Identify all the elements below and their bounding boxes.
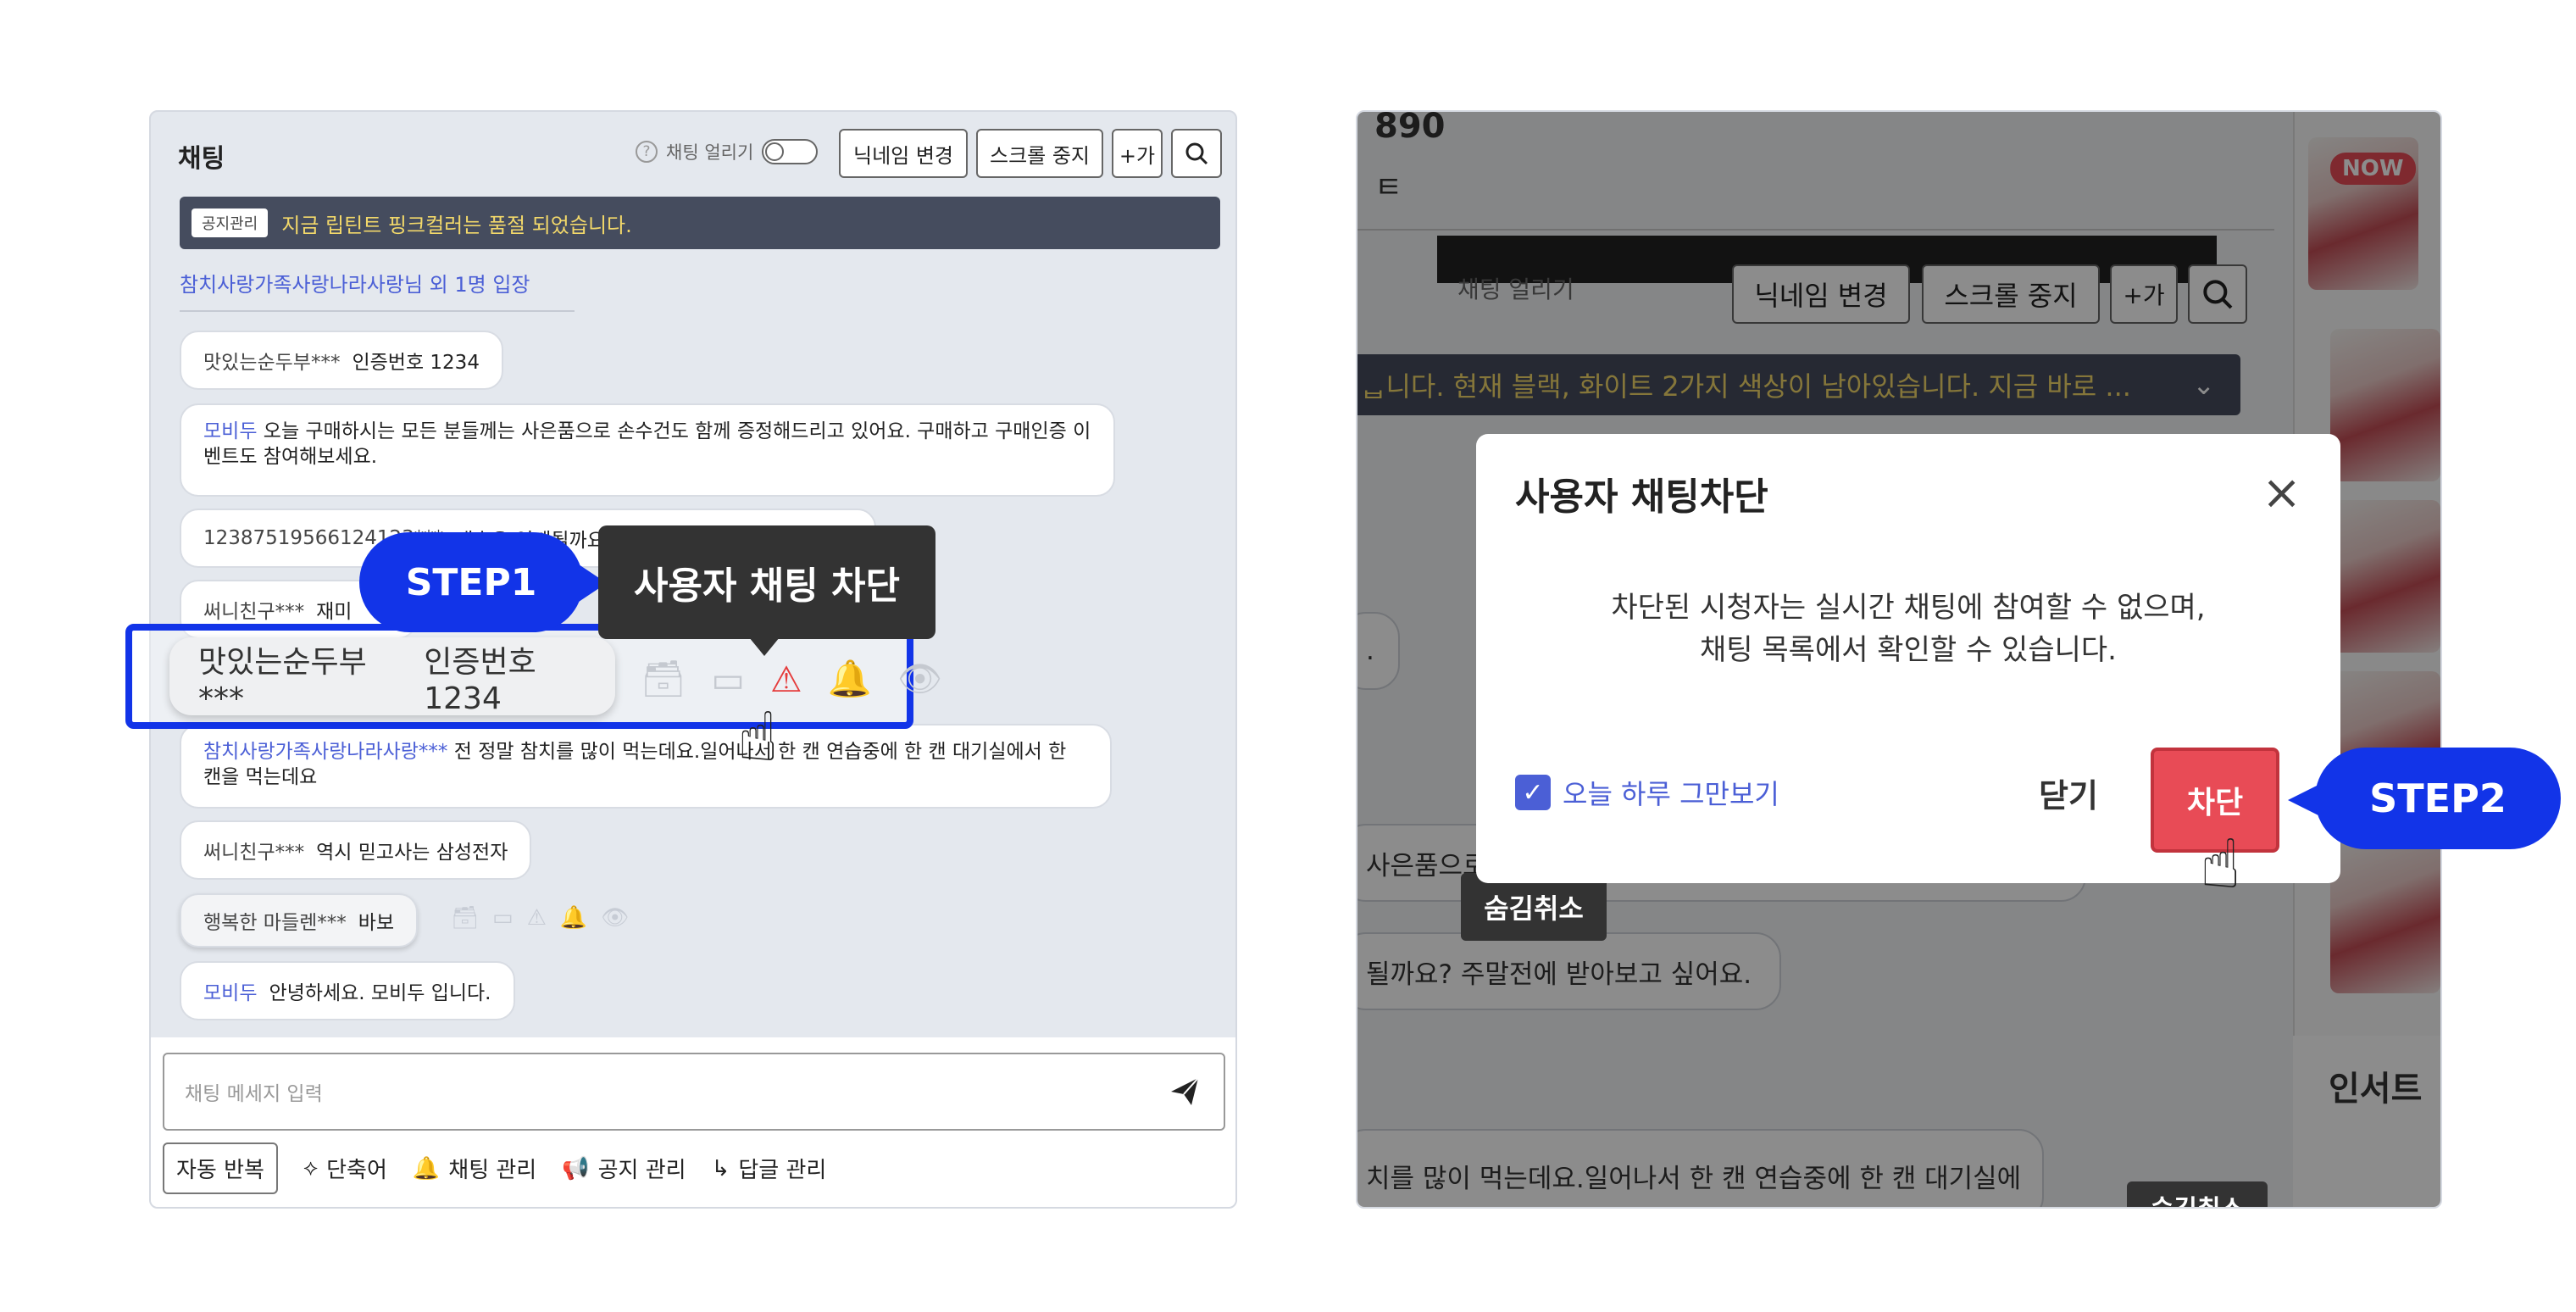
chat-message[interactable]: 써니친구*** 역시 믿고사는 삼성전자 — [180, 820, 532, 880]
bell-icon[interactable]: 🔔 — [828, 658, 872, 700]
dont-show-today-label: 오늘 하루 그만보기 — [1563, 778, 1779, 810]
message-nickname: 써니친구*** — [203, 601, 305, 623]
chat-title: 채팅 — [178, 144, 225, 174]
megaphone-icon: 📢 — [562, 1155, 590, 1181]
search-button[interactable] — [1171, 129, 1222, 178]
checkmark-icon: ✓ — [1515, 775, 1551, 810]
message-nickname: 써니친구*** — [203, 842, 305, 864]
pointer-hand-icon: ☝ — [737, 698, 779, 776]
notice-text: 지금 립틴트 핑크컬러는 품절 되었습니다. — [281, 213, 632, 237]
stop-scroll-button[interactable]: 스크롤 중지 — [976, 129, 1103, 178]
search-icon — [1185, 142, 1208, 165]
warning-icon[interactable]: ⚠ — [527, 905, 547, 931]
notice-bar: 공지관리 지금 립틴트 핑크컬러는 품절 되었습니다. — [180, 197, 1220, 249]
message-text: 인증번호 1234 — [352, 352, 480, 374]
archive-icon[interactable]: 🗃 — [451, 905, 479, 931]
shortcut-button[interactable]: ⟡ 단축어 — [303, 1153, 387, 1184]
send-icon[interactable] — [1168, 1075, 1202, 1109]
modal-body-line: 채팅 목록에서 확인할 수 있습니다. — [1700, 633, 2117, 667]
divider — [180, 310, 575, 312]
close-icon[interactable]: × — [2262, 470, 2301, 517]
reply-manage-label: 답글 관리 — [738, 1158, 827, 1183]
font-size-button[interactable]: +가 — [1112, 129, 1163, 178]
message-text: 바보 — [358, 912, 395, 934]
chat-message-input[interactable]: 채팅 메세지 입력 — [163, 1053, 1225, 1131]
message-nickname: 참치사랑가족사랑나라사랑*** — [203, 741, 448, 763]
block-user-tooltip: 사용자 채팅 차단 — [598, 525, 935, 639]
dont-show-today-checkbox[interactable]: ✓ 오늘 하루 그만보기 — [1515, 773, 1779, 812]
highlighted-message-actions: 🗃 ▭ ⚠ 🔔 👁 — [641, 658, 942, 700]
chat-message[interactable]: 참치사랑가족사랑나라사랑*** 전 정말 참치를 많이 먹는데요.일어나서 한 … — [180, 724, 1112, 809]
shortcut-label: 단축어 — [326, 1158, 387, 1183]
reply-arrow-icon: ↳ — [711, 1155, 730, 1181]
message-text: 안녕하세요. 모비두 입니다. — [269, 982, 491, 1004]
notice-manage-tag[interactable]: 공지관리 — [192, 208, 269, 237]
message-actions: 🗃 ▭ ⚠ 🔔 👁 — [451, 905, 629, 931]
chat-input-area: 채팅 메세지 입력 자동 반복 ⟡ 단축어 🔔 채팅 관리 📢 공지 관리 ↳ 답글 관… — [151, 1037, 1235, 1207]
block-user-modal: 사용자 채팅차단 × 차단된 시청자는 실시간 채팅에 참여할 수 없으며, 채… — [1476, 434, 2340, 883]
step1-badge: STEP1 — [359, 532, 583, 632]
eye-icon[interactable]: 👁 — [601, 905, 629, 931]
modal-title: 사용자 채팅차단 — [1515, 475, 1768, 519]
message-nickname: 행복한 마들렌*** — [203, 912, 347, 934]
message-text: 오늘 구매하시는 모든 분들께는 사은품으로 손수건도 함께 증정해드리고 있어… — [203, 420, 1091, 468]
step2-badge: STEP2 — [2315, 748, 2561, 849]
message-text: 역시 믿고사는 삼성전자 — [316, 842, 508, 864]
modal-body-line: 차단된 시청자는 실시간 채팅에 참여할 수 없으며, — [1611, 591, 2206, 625]
reply-icon[interactable]: ▭ — [711, 659, 745, 700]
chat-message[interactable]: 맛있는순두부*** 인증번호 1234 — [180, 331, 503, 390]
change-nickname-button[interactable]: 닉네임 변경 — [839, 129, 968, 178]
enter-notice: 참치사랑가족사랑나라사랑님 외 1명 입장 — [180, 273, 530, 297]
tooltip-arrow — [749, 637, 780, 656]
chat-manage-label: 채팅 관리 — [448, 1158, 537, 1183]
message-nickname: 모비두 — [203, 982, 258, 1004]
auto-repeat-button[interactable]: 자동 반복 — [163, 1142, 278, 1194]
eye-off-icon[interactable]: 👁 — [897, 658, 942, 700]
hide-cancel-tooltip: 숨김취소 — [2127, 1181, 2268, 1207]
chat-message[interactable]: 모비두 오늘 구매하시는 모든 분들께는 사은품으로 손수건도 함께 증정해드리… — [180, 403, 1115, 497]
warning-icon[interactable]: ⚠ — [770, 659, 802, 700]
bell-icon[interactable]: 🔔 — [560, 905, 587, 931]
modal-body: 차단된 시청자는 실시간 채팅에 참여할 수 없으며, 채팅 목록에서 확인할 … — [1476, 587, 2340, 671]
message-text: 인증번호 1234 — [424, 644, 536, 716]
hide-cancel-tooltip: 숨김취소 — [1461, 873, 1607, 941]
chat-freeze-label: 채팅 얼리기 — [666, 142, 754, 163]
archive-icon[interactable]: 🗃 — [641, 658, 686, 700]
message-nickname: 맛있는순두부*** — [203, 352, 341, 374]
chat-tools: 자동 반복 ⟡ 단축어 🔔 채팅 관리 📢 공지 관리 ↳ 답글 관리 — [163, 1142, 826, 1194]
message-text: 재미 — [316, 601, 353, 623]
modal-close-button[interactable]: 닫기 — [2039, 763, 2098, 822]
toggle-knob — [765, 142, 785, 161]
notice-manage-button[interactable]: 📢 공지 관리 — [562, 1153, 686, 1184]
help-icon[interactable]: ? — [636, 141, 658, 163]
right-panel: 890 ㅌ 채팅 얼리기 닉네임 변경 스크롤 중지 +가 ᆸ니다. 현재 블랙… — [1356, 110, 2442, 1209]
chat-freeze-toggle-group: ? 채팅 얼리기 — [636, 139, 819, 164]
chat-manage-button[interactable]: 🔔 채팅 관리 — [413, 1153, 536, 1184]
highlighted-chat-message[interactable]: 맛있는순두부*** 인증번호 1234 — [169, 637, 615, 716]
chat-message-hovered[interactable]: 행복한 마들렌*** 바보 — [180, 893, 419, 948]
chat-freeze-toggle[interactable] — [762, 139, 819, 164]
notice-manage-label: 공지 관리 — [597, 1158, 686, 1183]
reply-manage-button[interactable]: ↳ 답글 관리 — [712, 1153, 827, 1184]
reply-icon[interactable]: ▭ — [492, 905, 514, 931]
bell-icon: 🔔 — [412, 1155, 441, 1181]
pointer-hand-icon: ☝ — [2200, 825, 2241, 903]
chat-message[interactable]: 모비두 안녕하세요. 모비두 입니다. — [180, 961, 515, 1020]
message-nickname: 맛있는순두부*** — [198, 644, 367, 716]
message-nickname: 모비두 — [203, 420, 258, 442]
shortcut-icon: ⟡ — [303, 1155, 319, 1181]
